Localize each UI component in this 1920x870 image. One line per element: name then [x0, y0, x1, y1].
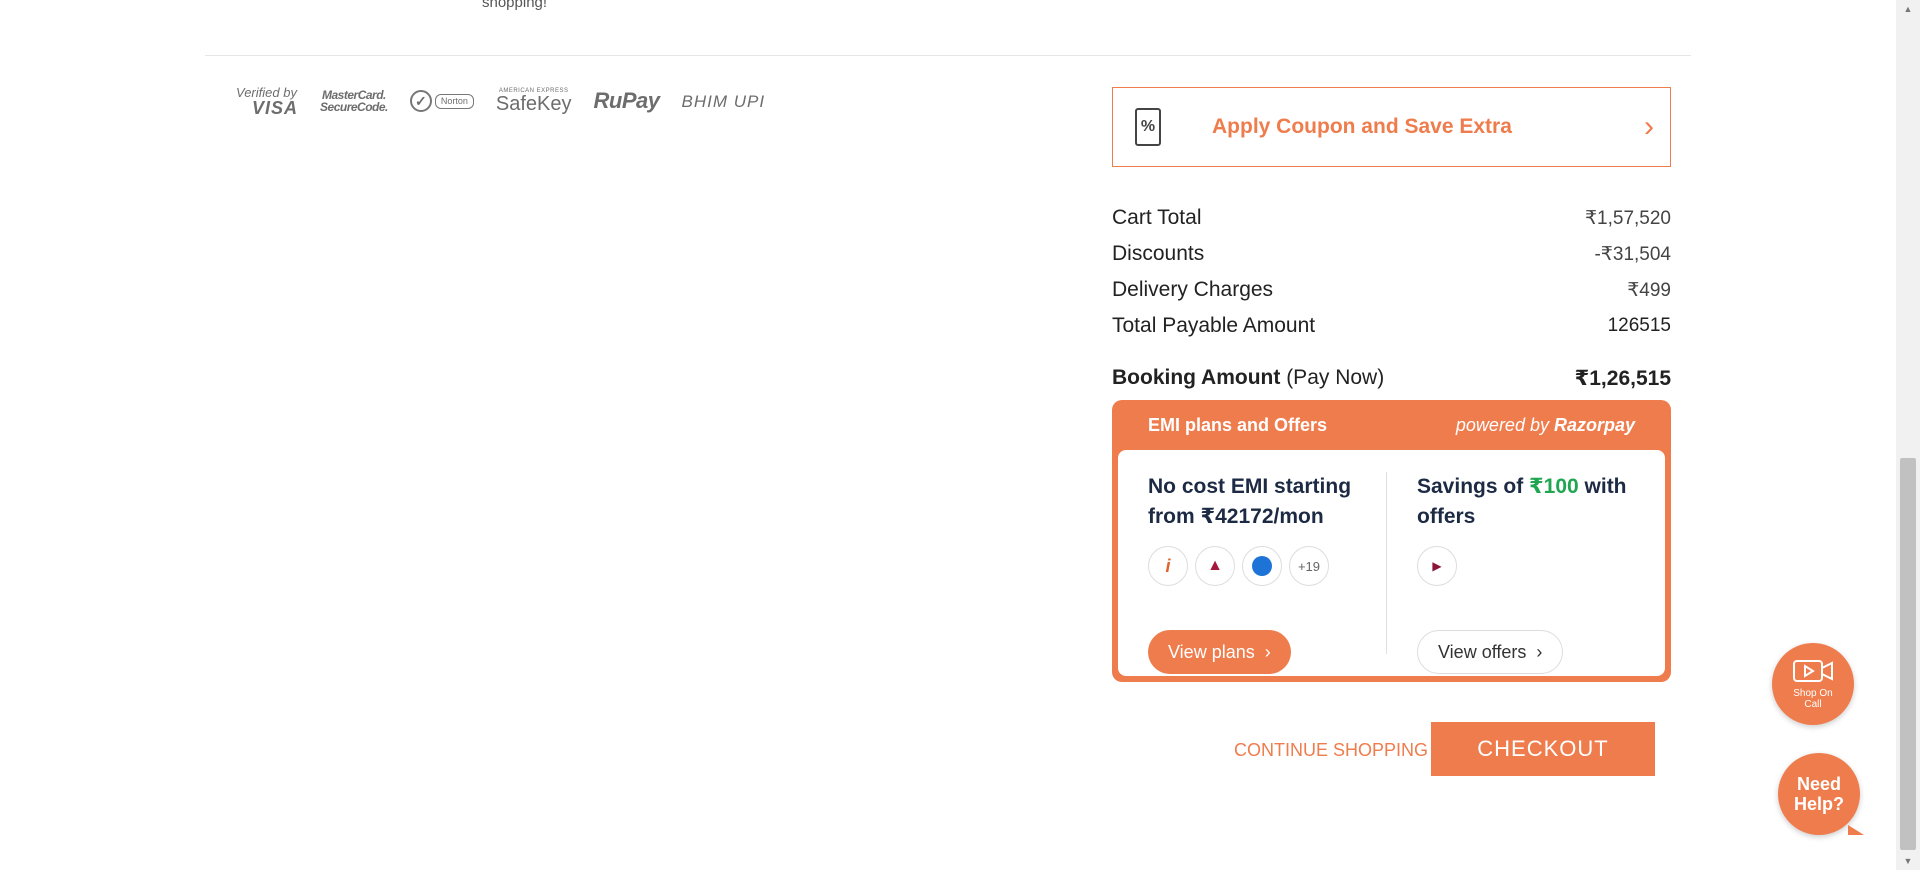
verified-by-visa-logo: Verified by VISA: [236, 84, 299, 118]
scroll-down-arrow[interactable]: ▼: [1896, 852, 1920, 870]
apply-coupon-button[interactable]: % Apply Coupon and Save Extra ›: [1112, 87, 1671, 167]
shop-on-call-button[interactable]: Shop On Call: [1772, 643, 1854, 725]
norton-secured-logo: ✓ Norton: [409, 90, 474, 112]
summary-label: Cart Total: [1112, 206, 1202, 229]
emi-header: EMI plans and Offers powered by Razorpay: [1118, 400, 1665, 450]
coupon-label: Apply Coupon and Save Extra: [1212, 115, 1512, 138]
rupay-logo: RuPay: [593, 88, 660, 113]
bhim-upi-logo: BHIM UPI: [681, 91, 766, 111]
booking-amount-label: Booking Amount (Pay Now): [1112, 366, 1385, 389]
continue-shopping-link[interactable]: CONTINUE SHOPPING: [1234, 740, 1428, 761]
shop-on-call-label: Shop On Call: [1793, 688, 1833, 710]
view-plans-button[interactable]: View plans ›: [1148, 630, 1291, 674]
summary-row-total-payable: Total Payable Amount 126515: [1112, 308, 1671, 344]
emi-body: No cost EMI starting from ₹42172/mon i ▲…: [1118, 450, 1665, 676]
summary-value: ₹1,57,520: [1584, 207, 1671, 229]
need-help-chat-button[interactable]: Need Help?: [1778, 753, 1864, 835]
booking-amount-row: Booking Amount (Pay Now) ₹1,26,515: [1112, 366, 1671, 391]
section-divider: [205, 55, 1691, 56]
more-banks-badge: +19: [1289, 546, 1329, 586]
emi-title: EMI plans and Offers: [1148, 414, 1328, 435]
summary-label: Discounts: [1112, 242, 1205, 265]
emi-offers-widget: EMI plans and Offers powered by Razorpay…: [1112, 400, 1671, 682]
bank-icons: i ▲ +19: [1148, 546, 1366, 586]
checkout-button[interactable]: CHECKOUT: [1431, 722, 1655, 776]
emi-plans-heading: No cost EMI starting from ₹42172/mon: [1148, 475, 1352, 528]
icici-bank-icon: i: [1148, 546, 1188, 586]
mastercard-securecode-logo: MasterCard. SecureCode.: [320, 88, 388, 114]
emi-plans-column: No cost EMI starting from ₹42172/mon i ▲…: [1148, 472, 1387, 674]
view-offers-button[interactable]: View offers ›: [1417, 630, 1564, 674]
offer-icons: ▶: [1417, 546, 1635, 586]
need-help-label: Need Help?: [1793, 774, 1844, 814]
sbi-bank-icon: [1242, 546, 1282, 586]
video-camera-icon: [1793, 660, 1833, 682]
summary-row-discounts: Discounts -₹31,504: [1112, 236, 1671, 272]
coupon-percent-icon: %: [1135, 108, 1161, 146]
chevron-right-icon: ›: [1264, 641, 1271, 662]
amex-safekey-logo: AMERICAN EXPRESS SafeKey: [495, 88, 572, 115]
vertical-scrollbar[interactable]: ▲ ▼: [1896, 0, 1920, 870]
axis-bank-icon: ▲: [1195, 546, 1235, 586]
chevron-right-icon: ›: [1644, 110, 1654, 143]
booking-amount-value: ₹1,26,515: [1574, 367, 1671, 390]
summary-value: ₹499: [1627, 279, 1671, 301]
summary-value: 126515: [1607, 315, 1671, 336]
offer-bank-icon: ▶: [1417, 546, 1457, 586]
summary-row-cart-total: Cart Total ₹1,57,520: [1112, 200, 1671, 236]
checkmark-icon: ✓: [409, 90, 432, 112]
summary-label: Total Payable Amount: [1112, 314, 1316, 337]
summary-label: Delivery Charges: [1112, 278, 1274, 301]
chevron-right-icon: ›: [1536, 641, 1543, 662]
scroll-up-arrow[interactable]: ▲: [1896, 0, 1920, 18]
payment-logos: Verified by VISA MasterCard. SecureCode.…: [236, 82, 765, 120]
price-summary: Cart Total ₹1,57,520 Discounts -₹31,504 …: [1112, 200, 1671, 344]
summary-row-delivery: Delivery Charges ₹499: [1112, 272, 1671, 308]
summary-value: -₹31,504: [1594, 243, 1671, 265]
razorpay-logo: Razorpay: [1553, 414, 1635, 435]
emi-offers-column: Savings of ₹100 with offers ▶ View offer…: [1417, 472, 1635, 674]
razorpay-powered-by: powered by Razorpay: [1455, 414, 1635, 435]
cart-page: shopping! Verified by VISA MasterCard. S…: [0, 0, 1920, 870]
chat-bubble-tail: [1848, 825, 1864, 835]
promo-text-fragment: shopping!: [482, 0, 548, 11]
scrollbar-thumb[interactable]: [1900, 458, 1916, 850]
emi-offers-heading: Savings of ₹100 with offers: [1417, 475, 1627, 528]
